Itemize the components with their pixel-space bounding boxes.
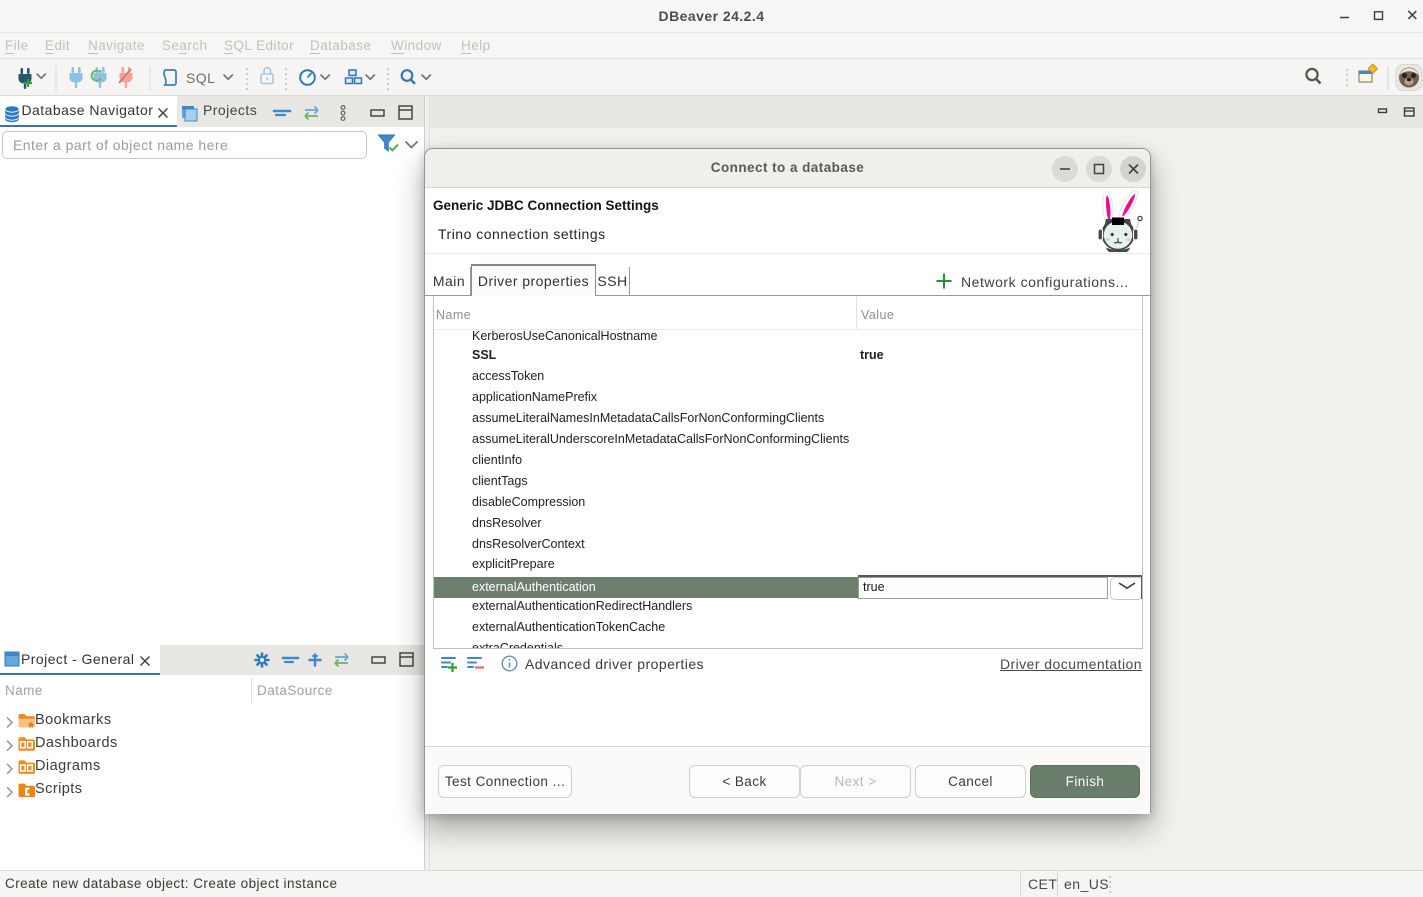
svg-text:SQL: SQL <box>186 70 215 86</box>
